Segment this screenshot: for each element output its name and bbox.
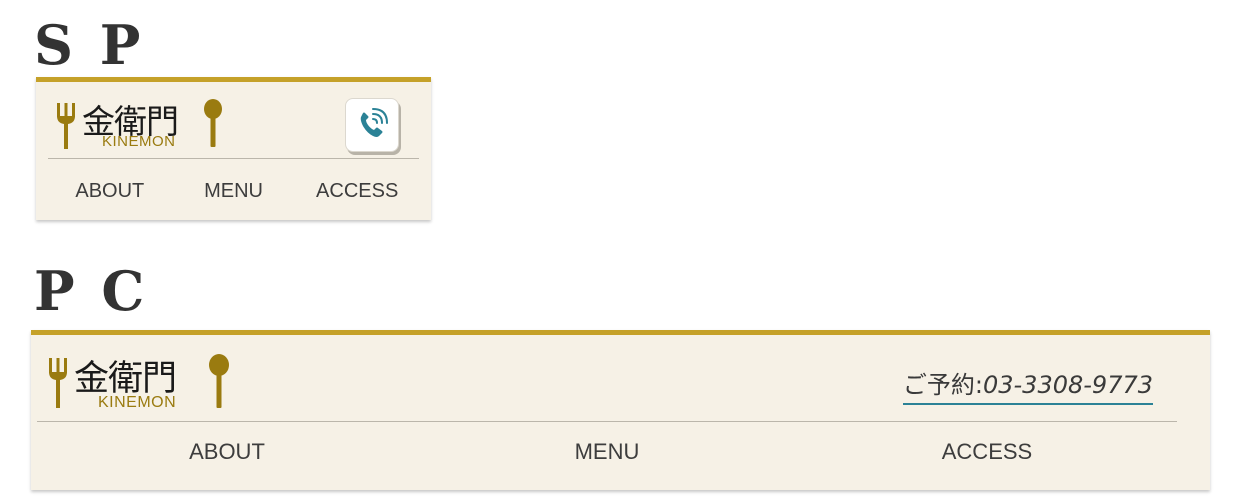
reservation-label: ご予約: [902, 371, 983, 399]
reservation-number: 03-3308-9773 [982, 371, 1153, 399]
pc-logo[interactable]: 金衛門 KINEMON [48, 350, 233, 412]
sp-nav-access[interactable]: ACCESS [295, 172, 419, 210]
sp-nav-about[interactable]: ABOUT [48, 172, 172, 210]
logo-roman: KINEMON [98, 394, 177, 411]
pc-section-heading: P C [34, 259, 149, 323]
sp-section-heading: S P [34, 13, 145, 77]
spoon-icon [204, 99, 222, 147]
logo-roman: KINEMON [102, 133, 176, 150]
pc-nav-about[interactable]: ABOUT [37, 432, 417, 472]
reservation-phone-link[interactable]: ご予約:03-3308-9773 [902, 365, 1153, 405]
sp-header-preview: 金衛門 KINEMON ABOUT MENU ACCESS [36, 77, 431, 220]
phone-icon [360, 108, 388, 137]
pc-header-preview: 金衛門 KINEMON ご予約:03-3308-9773 ABOUT MENU … [31, 330, 1210, 490]
pc-header-divider [37, 421, 1177, 422]
sp-nav-menu[interactable]: MENU [172, 172, 296, 210]
sp-main-nav: ABOUT MENU ACCESS [48, 172, 419, 210]
sp-logo[interactable]: 金衛門 KINEMON [56, 95, 226, 153]
sp-header-divider [48, 158, 419, 159]
pc-main-nav: ABOUT MENU ACCESS [37, 432, 1177, 472]
phone-call-button[interactable] [345, 98, 399, 152]
pc-nav-access[interactable]: ACCESS [797, 432, 1177, 472]
fork-icon [57, 103, 75, 149]
spoon-icon [209, 354, 229, 408]
pc-nav-menu[interactable]: MENU [417, 432, 797, 472]
fork-icon [49, 358, 67, 408]
